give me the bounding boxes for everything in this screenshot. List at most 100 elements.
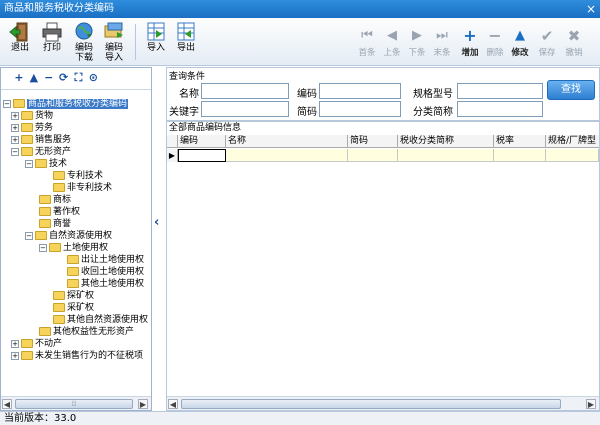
tree-node[interactable]: 收回土地使用权 [67,266,144,278]
column-header[interactable]: 税率 [494,135,546,148]
tree-node[interactable]: 专利技术 [53,170,103,182]
exit-button[interactable]: 退出 [6,22,34,64]
expand-icon[interactable]: + [11,123,19,132]
spec-input[interactable] [457,83,543,99]
keyword-label: 关键字 [169,107,199,118]
tree-node[interactable]: 探矿权 [53,290,94,302]
column-header[interactable]: 名称 [226,135,348,148]
close-icon[interactable]: × [584,0,598,18]
tree-node[interactable]: 商誉 [39,218,71,230]
add-button[interactable]: + 增加 [459,28,481,60]
keyword-input[interactable] [201,101,289,117]
grid-cell[interactable] [348,149,398,162]
last-record-button[interactable]: ⏭ 末条 [431,28,453,60]
collapse-icon[interactable]: − [39,243,47,252]
locate-icon[interactable]: ⊙ [87,72,99,84]
code-input[interactable] [319,83,401,99]
scroll-right-icon[interactable]: ▶ [138,399,148,409]
grid-cell[interactable] [178,149,226,162]
tree-node[interactable]: + 不动产 [11,338,62,350]
tree-node[interactable]: 其他土地使用权 [67,278,144,290]
refresh-icon[interactable]: ⟳ [58,72,70,84]
code-import-button[interactable]: 编码 导入 [100,22,128,64]
first-record-button[interactable]: ⏮ 首条 [356,28,378,60]
add-node-icon[interactable]: + [13,72,25,84]
move-up-icon[interactable]: ▲ [28,72,40,84]
expand-icon[interactable]: + [11,351,19,360]
folder-icon [67,255,79,264]
folder-icon [53,183,65,192]
search-button[interactable]: 查找 [547,80,595,100]
code-import-icon [104,22,123,38]
scroll-left-icon[interactable]: ◀ [2,399,12,409]
collapse-panel-icon[interactable]: ‹ [154,215,164,231]
export-button[interactable]: 导出 [172,22,200,64]
name-input[interactable] [201,83,289,99]
short-code-input[interactable] [319,101,401,117]
scroll-right-icon[interactable]: ▶ [586,399,596,409]
expand-all-icon[interactable]: ⛶ [73,72,85,84]
scroll-thumb[interactable]: ⦙⦙⦙ [15,399,133,409]
grid-cell[interactable] [494,149,546,162]
grid-horizontal-scrollbar[interactable]: ◀ ▶ [167,396,599,410]
folder-icon [21,147,33,156]
scroll-left-icon[interactable]: ◀ [168,399,178,409]
save-button[interactable]: ✔ 保存 [536,28,558,60]
status-bar: 当前版本：33.0 [0,411,600,425]
tree-node[interactable]: − 自然资源使用权 [25,230,112,242]
toolbar-separator [135,24,136,60]
tree-node[interactable]: + 货物 [11,110,53,122]
tree-node[interactable]: + 劳务 [11,122,53,134]
tree-node-root[interactable]: − 商品和服务税收分类编码 [3,98,129,110]
print-button[interactable]: 打印 [38,22,66,64]
tree-node[interactable]: 著作权 [39,206,80,218]
expand-icon[interactable]: + [11,339,19,348]
exit-icon [9,22,28,42]
tree-node[interactable]: + 未发生销售行为的不征税项 [11,350,143,362]
tree-node[interactable]: − 无形资产 [11,146,71,158]
expand-icon[interactable]: + [11,135,19,144]
tree-node[interactable]: 其他自然资源使用权 [53,314,148,326]
tree-node[interactable]: 其他权益性无形资产 [39,326,134,338]
tree-node[interactable]: 采矿权 [53,302,94,314]
window-title: 商品和服务税收分类编码 [4,3,114,14]
collapse-icon[interactable]: − [25,159,33,168]
category-short-input[interactable] [457,101,543,117]
last-record-icon: ⏭ [436,28,448,43]
tree-node[interactable]: − 土地使用权 [39,242,108,254]
grid-header: 编码 名称 简码 税收分类简称 税率 规格/厂牌型 [167,135,599,148]
table-row[interactable]: ▶ [167,149,599,162]
column-header[interactable]: 简码 [348,135,398,148]
tree-node[interactable]: 商标 [39,194,71,206]
toolbar: 退出 打印 编码 下载 编码 导入 导入 导出 ⏮ 首条 ◀ 上条 ▶ 下条 ⏭… [0,18,600,66]
code-download-button[interactable]: 编码 下载 [70,22,98,64]
spec-label: 规格型号 [413,89,453,100]
next-record-button[interactable]: ▶ 下条 [406,28,428,60]
grid-cell[interactable] [398,149,494,162]
folder-icon [53,303,65,312]
tree-node[interactable]: − 技术 [25,158,67,170]
previous-record-button[interactable]: ◀ 上条 [381,28,403,60]
grid-cell[interactable] [226,149,348,162]
column-header[interactable]: 编码 [178,135,226,148]
expand-icon[interactable]: + [11,111,19,120]
column-header[interactable]: 税收分类简称 [398,135,494,148]
scroll-thumb[interactable] [181,399,561,409]
tree-horizontal-scrollbar[interactable]: ◀ ⦙⦙⦙ ▶ [1,396,151,410]
column-header[interactable]: 规格/厂牌型 [546,135,599,148]
delete-button[interactable]: − 删除 [484,28,506,60]
import-button[interactable]: 导入 [142,22,170,64]
collapse-icon[interactable]: − [3,99,11,108]
tree-node[interactable]: 出让土地使用权 [67,254,144,266]
grid-cell[interactable] [546,149,599,162]
query-title: 查询条件 [169,72,206,82]
tree-node[interactable]: + 销售服务 [11,134,71,146]
previous-icon: ◀ [387,28,397,43]
cancel-button[interactable]: ✖ 撤销 [563,28,585,60]
modify-button[interactable]: ▲ 修改 [509,28,531,60]
collapse-icon[interactable]: − [11,147,19,156]
collapse-icon[interactable]: − [25,231,33,240]
tree-node[interactable]: 非专利技术 [53,182,112,194]
folder-icon [67,267,79,276]
remove-node-icon[interactable]: − [43,72,55,84]
